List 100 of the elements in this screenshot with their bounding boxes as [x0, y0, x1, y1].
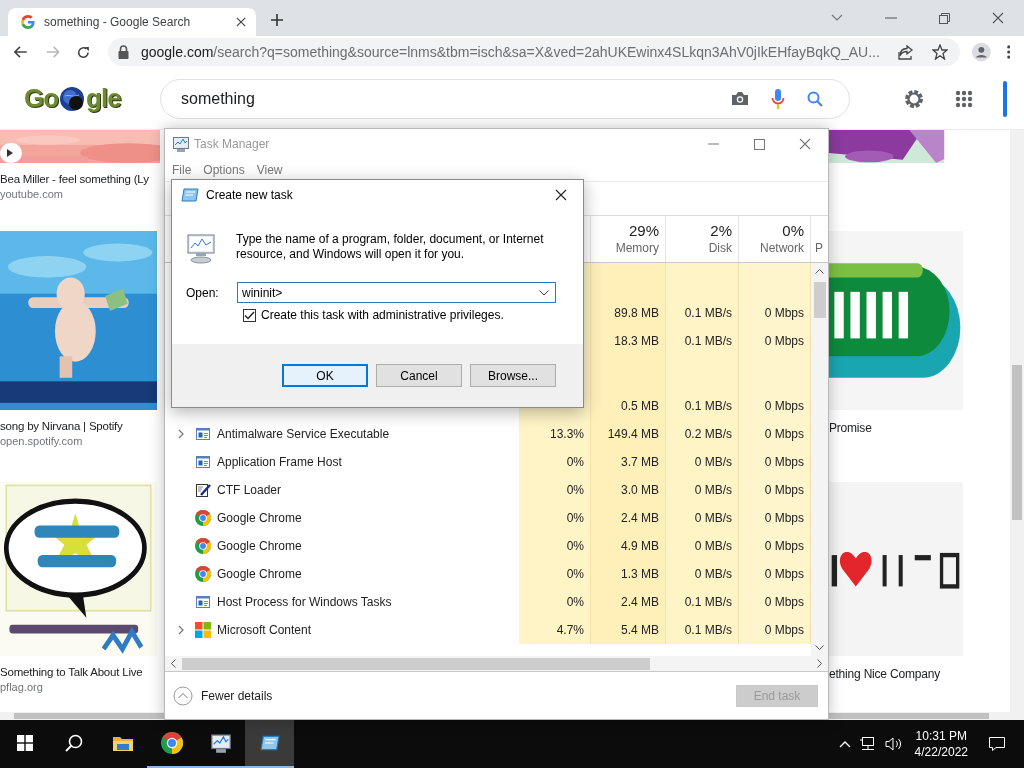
result-title[interactable]: Bea Miller - feel something (Ly [0, 171, 164, 187]
process-name: Application Frame Host [217, 455, 342, 469]
table-cell: 0% [519, 476, 591, 504]
camera-icon[interactable] [731, 91, 749, 106]
scrollbar-thumb[interactable] [813, 282, 826, 318]
process-name: Google Chrome [217, 539, 302, 553]
table-cell: 0.5 MB [591, 392, 666, 420]
process-name: Google Chrome [217, 511, 302, 525]
dialog-button[interactable]: Browse... [470, 364, 556, 387]
window-title: Task Manager [194, 137, 270, 151]
windows-logo-icon [16, 735, 33, 751]
checkbox-label[interactable]: Create this task with administrative privileges. [261, 308, 504, 322]
run-icon [258, 733, 281, 753]
scrollbar-thumb[interactable] [1012, 365, 1022, 520]
chrome-icon [195, 566, 211, 582]
result-title[interactable]: song by Nirvana | Spotify [0, 418, 164, 434]
table-cell: 13.3% [519, 420, 591, 448]
table-cell: 0 MB/s [666, 448, 739, 476]
table-cell: 5.4 MB [591, 616, 666, 644]
scrollbar-thumb[interactable] [14, 713, 164, 719]
table-cell: 0.1 MB/s [666, 588, 739, 616]
table-cell: 4.9 MB [591, 532, 666, 560]
address-field[interactable]: google.com/search?q=something&source=lnms&tbm=isch&sa=X&ved=2ahUKEwinx4SLkqn3AhV0jIkEHfayBqkQ_AU... [107, 38, 960, 66]
menu-item[interactable]: File [172, 163, 192, 177]
close-icon[interactable] [236, 17, 246, 27]
close-icon[interactable] [992, 12, 1004, 24]
lock-icon [117, 45, 129, 59]
table-cell: 0.1 MB/s [666, 392, 739, 420]
column-percent: 0% [782, 221, 804, 241]
chevron-up-icon[interactable] [815, 269, 824, 274]
table-cell: 0.1 MB/s [666, 327, 739, 355]
taskbar-button[interactable] [245, 720, 294, 768]
network-icon[interactable] [858, 736, 877, 752]
scrollbar[interactable] [829, 712, 1024, 720]
profile-avatar-icon[interactable] [971, 41, 991, 63]
table-cell: 0 Mbps [739, 392, 811, 420]
column-header[interactable]: P [815, 241, 823, 256]
table-cell: 0 Mbps [739, 327, 811, 355]
chevron-down-icon[interactable] [831, 14, 843, 22]
plus-icon[interactable] [270, 13, 284, 27]
open-field[interactable]: wininit> [237, 282, 556, 303]
result-title[interactable]: ething Nice Company [829, 666, 1010, 682]
table-cell: 18.3 MB [591, 327, 666, 355]
settings-icon[interactable] [903, 87, 925, 110]
table-cell: 0% [519, 532, 591, 560]
result-title[interactable]: Promise [829, 420, 1010, 436]
process-name: Antimalware Service Executable [217, 427, 390, 441]
table-cell: 0% [519, 504, 591, 532]
browser-tab[interactable]: something - Google Search [8, 8, 256, 36]
table-cell: 1.3 MB [591, 560, 666, 588]
close-icon [799, 138, 811, 150]
back-icon[interactable] [14, 45, 28, 59]
clock-date[interactable]: 4/22/2022 [914, 744, 968, 760]
chevron-right-icon[interactable] [817, 659, 822, 668]
menu-item[interactable]: Options [203, 163, 245, 177]
column-header[interactable]: Disk [708, 241, 732, 256]
table-cell: 3.0 MB [591, 476, 666, 504]
restore-icon[interactable] [939, 12, 950, 24]
result-title[interactable]: Something to Talk About Live [0, 664, 164, 680]
table-cell: 0 MB/s [666, 504, 739, 532]
table-cell: 0 Mbps [739, 588, 811, 616]
reload-icon[interactable] [77, 44, 90, 60]
scrollbar[interactable] [1010, 130, 1024, 712]
table-cell: 0 Mbps [739, 532, 811, 560]
chrome-icon [195, 538, 211, 554]
star-icon[interactable] [931, 44, 948, 60]
clock-time[interactable]: 10:31 PM [915, 728, 967, 744]
apps-grid-icon[interactable] [955, 89, 973, 108]
chevron-down-icon[interactable] [815, 645, 824, 650]
scrollbar[interactable] [811, 263, 828, 656]
google-logo[interactable]: Go gle [24, 83, 136, 114]
menu-item[interactable]: View [256, 163, 283, 177]
scrollbar-thumb[interactable] [829, 713, 989, 719]
menu-icon[interactable] [1006, 44, 1010, 60]
table-cell: 0.2 MB/s [666, 420, 739, 448]
task-manager-icon [172, 135, 190, 153]
volume-icon[interactable] [884, 736, 903, 752]
column-header[interactable]: Network [760, 241, 804, 256]
chevron-right-icon[interactable] [178, 625, 184, 635]
table-cell: 0.1 MB/s [666, 299, 739, 327]
scrollbar[interactable] [165, 656, 828, 672]
microphone-icon[interactable] [771, 87, 785, 110]
dialog-button[interactable]: Cancel [376, 364, 462, 387]
notification-icon[interactable] [988, 736, 1006, 752]
g-logo-icon [20, 14, 36, 30]
scrollbar[interactable] [0, 712, 164, 720]
table-cell: 149.4 MB [591, 420, 666, 448]
share-icon[interactable] [897, 44, 914, 60]
scrollbar-thumb[interactable] [182, 657, 650, 670]
table-cell: 0 Mbps [739, 448, 811, 476]
result-source: youtube.com [0, 187, 64, 202]
dialog-button[interactable]: OK [282, 364, 368, 387]
column-percent: 29% [628, 221, 659, 241]
chevron-left-icon[interactable] [171, 659, 176, 668]
search-icon[interactable] [807, 90, 823, 107]
checkbox[interactable] [243, 308, 256, 322]
table-cell: 0 MB/s [666, 476, 739, 504]
chevron-right-icon[interactable] [178, 429, 184, 439]
column-header[interactable]: Memory [615, 241, 659, 256]
fewer-details-button[interactable]: Fewer details [173, 685, 273, 706]
